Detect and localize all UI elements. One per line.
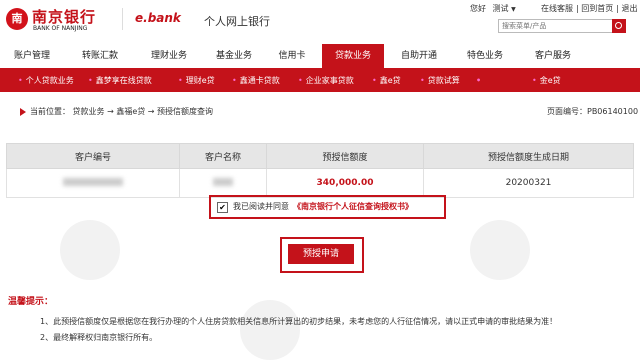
greeting: 您好 测试 ▼ (470, 3, 516, 14)
pre-credit-apply-button[interactable]: 预授申请 (288, 244, 354, 264)
bank-name-en: BANK OF NANJING (33, 25, 88, 32)
table-row: 340,000.00 20200321 (6, 168, 634, 198)
blurred-customer-no (63, 177, 123, 186)
credit-limit-table: 客户编号 客户名称 预授信额度 预授信额度生成日期 340,000.00 202… (6, 143, 634, 198)
blurred-customer-name (213, 177, 233, 186)
nav-item-customer-service[interactable]: 客户服务 (520, 44, 586, 68)
ebank-logo: e.bank (122, 8, 197, 30)
tip-item: 1、此预授信额度仅是根据您在我行办理的个人住房贷款相关信息所计算出的初步结果，未… (40, 317, 558, 326)
bank-name: 南京银行 (32, 8, 97, 26)
customer-no-cell (6, 168, 180, 198)
tips-title: 温馨提示： (8, 297, 54, 307)
page-number: 页面编号：PB06140100 (547, 107, 639, 116)
chevron-down-icon[interactable]: ▼ (511, 6, 516, 13)
main-nav: 账户管理 转账汇款 理财业务 基金业务 信用卡 贷款业务 自助开通 特色业务 客… (0, 44, 640, 70)
col-customer-no: 客户编号 (6, 143, 180, 169)
site-title: 个人网上银行 (204, 15, 270, 28)
greeting-text: 您好 (470, 4, 486, 13)
breadcrumb: 当前位置： 贷款业务 → 鑫福e贷 → 预授信额度查询 (30, 107, 214, 116)
col-customer-name: 客户名称 (179, 143, 267, 169)
table-header-row: 客户编号 客户名称 预授信额度 预授信额度生成日期 (6, 143, 634, 169)
watermark-circle (240, 300, 300, 360)
credit-amount-cell: 340,000.00 (266, 168, 424, 198)
ebank-logo-text: e.bank (135, 11, 181, 25)
nav-item-transfer[interactable]: 转账汇款 (64, 44, 136, 68)
watermark-circle (60, 220, 120, 280)
sub-nav: 个人贷款业务 鑫梦享在线贷款 理财e贷 鑫通卡贷款 企业家事贷款 鑫e贷 贷款试… (0, 70, 640, 92)
credit-authorization-link[interactable]: 《南京银行个人征信查询授权书》 (293, 201, 413, 212)
nav-item-wealth[interactable]: 理财业务 (136, 44, 202, 68)
agreement-checkbox[interactable]: ✔ (217, 202, 228, 213)
nav-item-credit-card[interactable]: 信用卡 (266, 44, 318, 68)
search-icon[interactable] (612, 19, 626, 33)
nav-item-featured[interactable]: 特色业务 (454, 44, 516, 68)
nav-item-loan[interactable]: 贷款业务 (322, 44, 384, 68)
breadcrumb-bar: 当前位置： 贷款业务 → 鑫福e贷 → 预授信额度查询 页面编号：PB06140… (0, 104, 640, 120)
col-generated-date: 预授信额度生成日期 (423, 143, 634, 169)
agreement-label: 我已阅读并同意 (233, 202, 289, 211)
customer-name-cell (179, 168, 267, 198)
subnav-xinmengxiang[interactable]: 鑫梦享在线贷款 (88, 70, 152, 92)
arrow-right-icon (20, 108, 26, 116)
subnav-xin-edai[interactable]: 鑫e贷 (372, 70, 401, 92)
tip-item: 2、最终解释权归南京银行所有。 (40, 333, 158, 342)
search-input[interactable] (498, 19, 616, 33)
generated-date-cell: 20200321 (423, 168, 634, 198)
nav-item-self-service[interactable]: 自助开通 (388, 44, 450, 68)
col-credit-amount: 预授信额度 (266, 143, 424, 169)
bank-logo-icon: 南 (6, 8, 28, 30)
agreement-box: ✔ 我已阅读并同意 《南京银行个人征信查询授权书》 (209, 195, 446, 219)
home-link[interactable]: 回到首页 (581, 4, 613, 13)
nav-item-account[interactable]: 账户管理 (0, 44, 64, 68)
subnav-personal-loan[interactable]: 个人贷款业务 (18, 70, 74, 92)
nav-item-fund[interactable]: 基金业务 (202, 44, 266, 68)
subnav-active-item[interactable] (476, 70, 484, 92)
subnav-wealth-edai[interactable]: 理财e贷 (178, 70, 215, 92)
subnav-jin-edai[interactable]: 金e贷 (532, 70, 561, 92)
subnav-loan-calculator[interactable]: 贷款试算 (420, 70, 460, 92)
logout-link[interactable]: 退出 (622, 4, 638, 13)
online-service-link[interactable]: 在线客服 (541, 4, 573, 13)
subnav-card-loan[interactable]: 鑫通卡贷款 (232, 70, 280, 92)
top-header: 南 南京银行 BANK OF NANJING e.bank 个人网上银行 您好 … (0, 0, 640, 42)
apply-button-highlight: 预授申请 (280, 237, 364, 273)
user-name[interactable]: 测试 (493, 4, 509, 13)
subnav-business-loan[interactable]: 企业家事贷款 (298, 70, 354, 92)
top-links: 在线客服 | 回到首页 | 退出 (541, 4, 638, 13)
watermark-circle (470, 220, 530, 280)
